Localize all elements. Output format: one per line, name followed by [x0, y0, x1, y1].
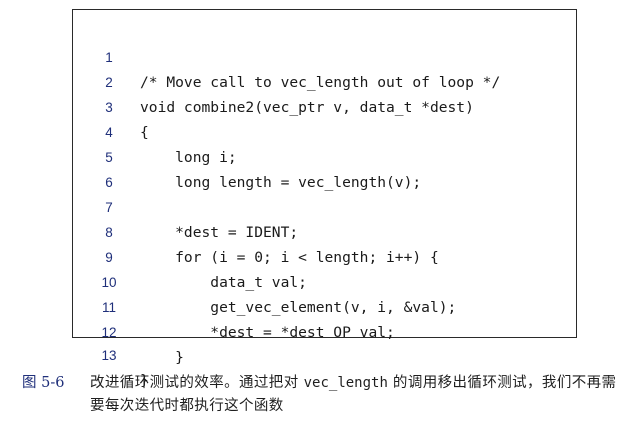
code-text: void combine2(vec_ptr v, data_t *dest) [140, 99, 474, 116]
line-number: 6 [105, 175, 113, 190]
code-line: 11 *dest = *dest OP val; [73, 270, 395, 341]
code-line: 3 { [73, 70, 149, 141]
code-line: 4 long i; [73, 95, 236, 166]
line-number: 5 [105, 150, 113, 165]
code-listing-box: 1 /* Move call to vec_length out of loop… [72, 9, 577, 389]
code-line: 12 } [73, 295, 183, 366]
line-number: 3 [105, 100, 113, 115]
code-text: for (i = 0; i < length; i++) { [140, 249, 439, 266]
code-text: *dest = IDENT; [140, 224, 299, 241]
code-line: 1 /* Move call to vec_length out of loop… [73, 20, 500, 91]
code-line: 8 for (i = 0; i < length; i++) { [73, 195, 439, 266]
code-text: *dest = *dest OP val; [140, 324, 395, 341]
code-line: 9 data_t val; [73, 220, 307, 291]
line-number: 13 [101, 348, 117, 363]
line-number: 7 [105, 200, 113, 215]
line-number: 11 [101, 300, 116, 315]
code-text: } [140, 349, 184, 366]
line-number: 8 [105, 225, 113, 240]
code-line: 6 [73, 145, 113, 190]
code-line: 7 *dest = IDENT; [73, 170, 298, 241]
caption-code-term: vec_length [303, 375, 388, 391]
code-text: get_vec_element(v, i, &val); [140, 299, 457, 316]
code-text: /* Move call to vec_length out of loop *… [140, 74, 501, 91]
line-number: 10 [101, 275, 117, 290]
figure-label: 图 5-6 [22, 375, 65, 391]
code-text: long i; [140, 149, 237, 166]
caption-text: 改进循环测试的效率。通过把对 vec_length 的调用移出循环测试，我们不再… [90, 372, 618, 418]
code-line: 5 long length = vec_length(v); [73, 120, 421, 191]
code-text: long length = vec_length(v); [140, 174, 422, 191]
line-number: 9 [105, 250, 113, 265]
code-text: data_t val; [140, 274, 307, 291]
line-number: 1 [105, 50, 113, 65]
code-line: 10 get_vec_element(v, i, &val); [73, 245, 456, 316]
caption-text-before: 改进循环测试的效率。通过把对 [90, 375, 304, 391]
line-number: 4 [105, 125, 113, 140]
line-number: 2 [105, 75, 113, 90]
code-line: 2 void combine2(vec_ptr v, data_t *dest) [73, 45, 474, 116]
code-text: { [140, 124, 149, 141]
code-line: 13 } [73, 318, 148, 389]
line-number: 12 [101, 325, 117, 340]
